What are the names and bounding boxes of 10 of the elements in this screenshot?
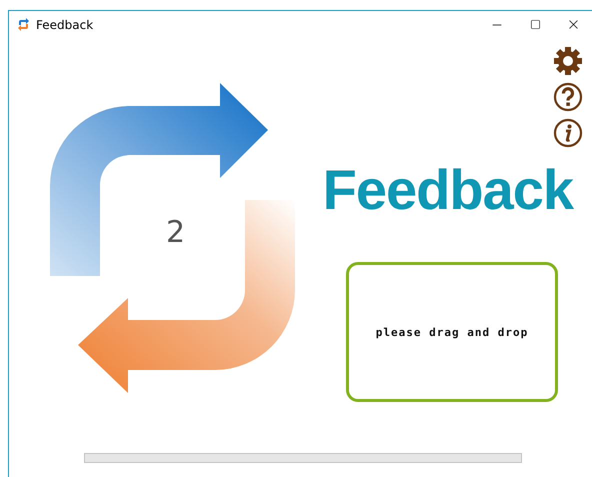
feedback-heading: Feedback — [322, 158, 573, 222]
drop-zone[interactable]: please drag and drop — [346, 262, 558, 402]
info-icon[interactable] — [552, 118, 584, 148]
app-logo-icon — [17, 18, 30, 31]
settings-icon[interactable] — [552, 46, 584, 76]
window-title: Feedback — [36, 18, 94, 32]
counter-number: 2 — [166, 215, 186, 250]
drop-zone-label: please drag and drop — [376, 326, 528, 338]
maximize-icon[interactable] — [530, 19, 540, 30]
help-icon[interactable] — [552, 82, 584, 112]
